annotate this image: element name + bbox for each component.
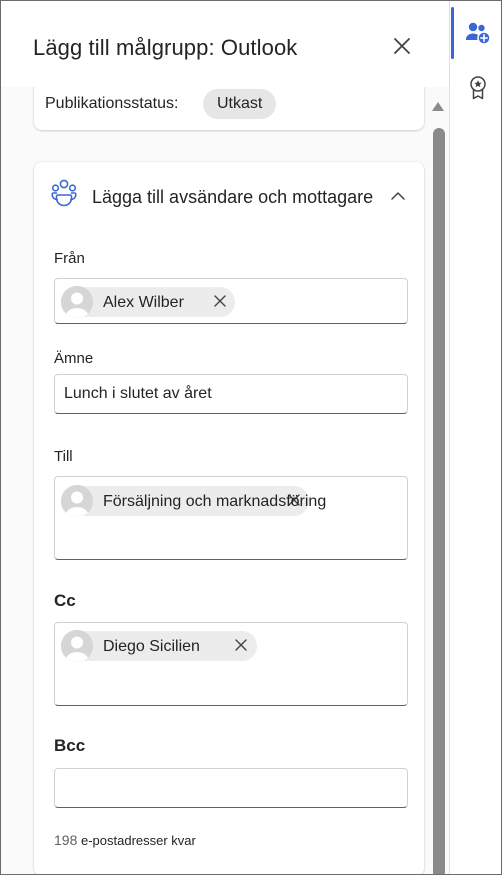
to-field[interactable]: Försäljning och marknadsföring [54,476,408,560]
remaining-text: e-postadresser kvar [80,833,196,848]
section-heading: Lägga till avsändare och mottagare [92,187,374,207]
close-icon [394,38,410,54]
from-chip: Alex Wilber [61,286,235,318]
remove-chip-button[interactable] [213,294,227,308]
close-icon [214,295,226,307]
avatar [61,630,93,662]
panel-scroll-area: Publikationsstatus: Utkast Lägga till av… [1,87,449,874]
sender-recipient-card: Lägga till avsändare och mottagare Från … [34,162,424,874]
people-group-icon [50,178,78,208]
status-label: Publikationsstatus: [45,95,179,112]
from-field[interactable]: Alex Wilber [54,278,408,324]
badge-icon [470,76,486,100]
to-chip: Försäljning och marknadsföring [61,485,326,517]
close-icon [235,639,247,651]
rail-selected-indicator [451,7,454,59]
status-badge: Utkast [203,89,277,119]
scrollbar-thumb[interactable] [433,128,445,874]
triangle-up-icon [432,102,444,111]
rail-item-badge[interactable] [464,74,492,102]
status-card: Publikationsstatus: Utkast [34,87,424,130]
audience-panel: Lägg till målgrupp: Outlook Publikations… [1,1,450,874]
avatar [61,485,93,517]
rail-item-add-people[interactable] [464,19,492,47]
panel-title: Lägg till målgrupp: Outlook [33,35,298,60]
subject-label: Ämne [54,350,94,367]
close-button[interactable] [389,33,415,59]
chevron-up-icon [391,192,405,200]
bcc-label: Bcc [54,736,86,755]
subject-input[interactable]: Lunch i slutet av året [54,374,408,414]
collapse-button[interactable] [390,188,406,204]
avatar [61,286,93,318]
cc-label: Cc [54,591,76,610]
from-label: Från [54,250,85,267]
bcc-input[interactable] [54,768,408,808]
remaining-addresses: 198 e-postadresser kvar [54,832,196,848]
chip-name: Försäljning och marknadsföring [103,493,327,510]
chip-name: Diego Sicilien [103,638,200,655]
remove-chip-button[interactable] [234,638,248,652]
side-rail [450,1,501,874]
cc-field[interactable]: Diego Sicilien [54,622,408,706]
to-label: Till [54,448,73,465]
remaining-count: 198 [54,832,78,848]
app-frame: Lägg till målgrupp: Outlook Publikations… [0,0,502,875]
add-people-icon [466,22,491,45]
cc-chip: Diego Sicilien [61,630,257,662]
scroll-up-button[interactable] [431,99,445,111]
chip-name: Alex Wilber [103,294,184,311]
